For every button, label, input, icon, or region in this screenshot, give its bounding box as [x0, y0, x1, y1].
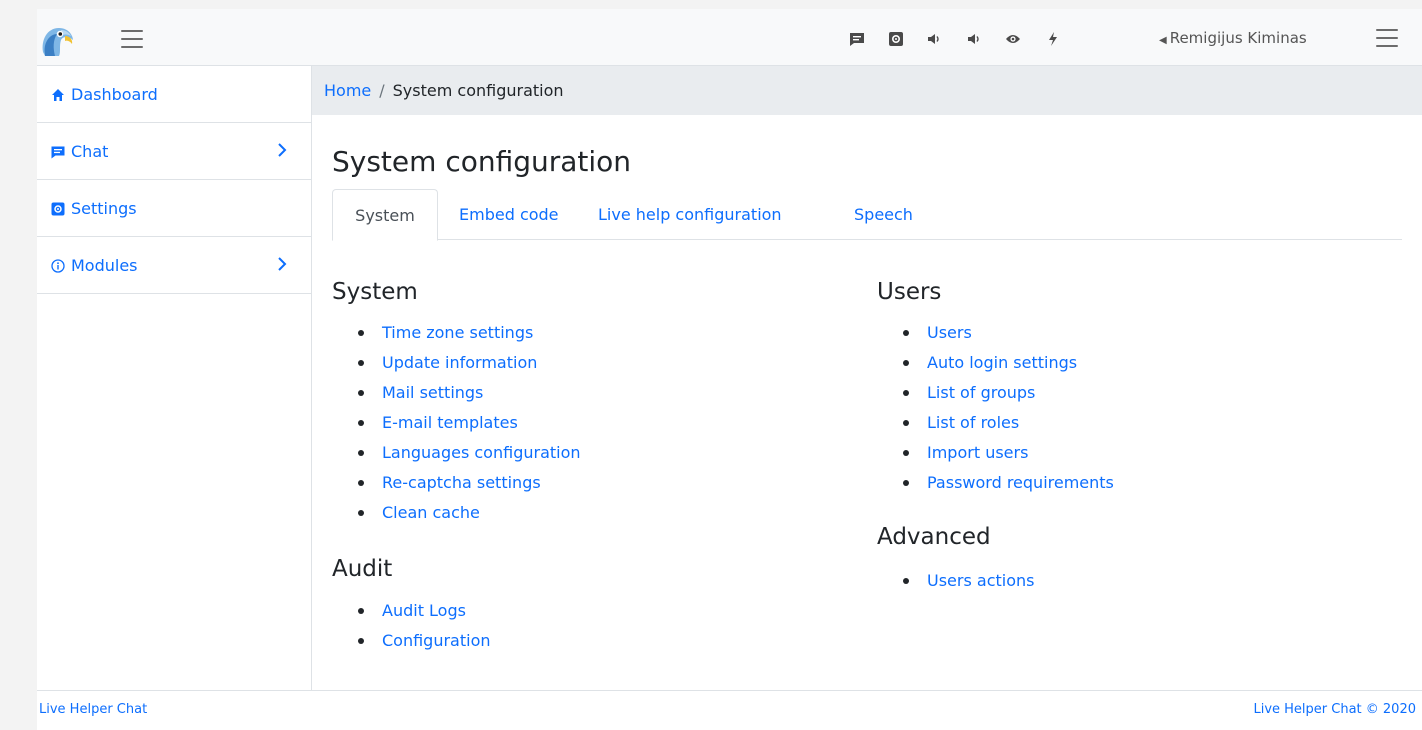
sidebar-item-label: Modules — [71, 255, 138, 275]
sound-icon[interactable] — [966, 31, 982, 47]
users-link[interactable]: Users — [927, 323, 972, 342]
list-item: Mail settings — [332, 378, 581, 408]
advanced-links-list: Users actions — [877, 566, 1034, 596]
languages-configuration-link[interactable]: Languages configuration — [382, 443, 581, 462]
page-title: System configuration — [332, 145, 632, 178]
chat-icon[interactable] — [849, 31, 865, 47]
sidebar-item-label: Dashboard — [71, 84, 158, 104]
section-heading-audit: Audit — [332, 556, 393, 582]
sidebar-item-label: Settings — [71, 198, 137, 218]
flash-icon[interactable] — [1045, 31, 1061, 47]
tab-live-help-configuration[interactable]: Live help configuration — [598, 189, 782, 240]
list-of-roles-link[interactable]: List of roles — [927, 413, 1019, 432]
breadcrumb-home-link[interactable]: Home — [324, 81, 371, 100]
settings-icon — [51, 201, 65, 216]
list-item: E-mail templates — [332, 408, 581, 438]
sound-icon[interactable] — [926, 31, 942, 47]
footer-home-link[interactable]: Live Helper Chat — [39, 691, 147, 729]
password-requirements-link[interactable]: Password requirements — [927, 473, 1114, 492]
user-menu-dropdown[interactable]: ◀ Remigijus Kiminas — [1159, 27, 1307, 49]
info-icon — [51, 258, 65, 273]
sidebar-item-chat[interactable]: Chat — [37, 123, 311, 180]
username-label: Remigijus Kiminas — [1169, 29, 1307, 47]
list-item: List of roles — [877, 408, 1114, 438]
chevron-right-icon[interactable] — [277, 256, 287, 271]
footer-copyright-link[interactable]: Live Helper Chat © 2020 — [1253, 691, 1416, 729]
eye-icon[interactable] — [1005, 31, 1021, 47]
sidebar-item-settings[interactable]: Settings — [37, 180, 311, 237]
list-item: Password requirements — [877, 468, 1114, 498]
list-item: List of groups — [877, 378, 1114, 408]
list-item: Import users — [877, 438, 1114, 468]
list-item: Auto login settings — [877, 348, 1114, 378]
clean-cache-link[interactable]: Clean cache — [382, 503, 480, 522]
audit-configuration-link[interactable]: Configuration — [382, 631, 491, 650]
right-panel-menu-icon[interactable] — [1376, 29, 1398, 47]
tab-speech[interactable]: Speech — [854, 189, 913, 240]
list-item: Users — [877, 318, 1114, 348]
list-item: Audit Logs — [332, 596, 491, 626]
breadcrumb-separator: / — [379, 81, 385, 100]
users-links-list: Users Auto login settings List of groups… — [877, 318, 1114, 498]
breadcrumb: Home / System configuration — [312, 66, 1422, 115]
settings-icon[interactable] — [888, 31, 904, 47]
main-content: System configuration System Embed code L… — [312, 115, 1422, 690]
users-actions-link[interactable]: Users actions — [927, 571, 1034, 590]
list-item: Re-captcha settings — [332, 468, 581, 498]
re-captcha-settings-link[interactable]: Re-captcha settings — [382, 473, 541, 492]
home-icon — [51, 87, 65, 101]
e-mail-templates-link[interactable]: E-mail templates — [382, 413, 518, 432]
section-heading-advanced: Advanced — [877, 524, 991, 550]
top-navbar: ◀ Remigijus Kiminas — [37, 9, 1422, 66]
tab-embed-code[interactable]: Embed code — [459, 189, 559, 240]
import-users-link[interactable]: Import users — [927, 443, 1028, 462]
tab-system[interactable]: System — [332, 189, 438, 241]
sidebar-item-dashboard[interactable]: Dashboard — [37, 66, 311, 123]
auto-login-settings-link[interactable]: Auto login settings — [927, 353, 1077, 372]
list-item: Configuration — [332, 626, 491, 656]
list-item: Clean cache — [332, 498, 581, 528]
section-heading-system: System — [332, 279, 418, 305]
chat-icon — [51, 144, 65, 159]
list-item: Update information — [332, 348, 581, 378]
caret-left-icon: ◀ — [1159, 35, 1167, 46]
sidebar-item-modules[interactable]: Modules — [37, 237, 311, 294]
list-item: Languages configuration — [332, 438, 581, 468]
breadcrumb-current: System configuration — [392, 81, 564, 100]
parrot-logo-icon[interactable] — [39, 22, 75, 56]
mail-settings-link[interactable]: Mail settings — [382, 383, 483, 402]
list-item: Time zone settings — [332, 318, 581, 348]
sidebar: Dashboard Chat Settings Modules — [37, 66, 312, 690]
sidebar-item-label: Chat — [71, 141, 109, 161]
section-heading-users: Users — [877, 279, 942, 305]
time-zone-settings-link[interactable]: Time zone settings — [382, 323, 533, 342]
list-of-groups-link[interactable]: List of groups — [927, 383, 1035, 402]
system-links-list: Time zone settings Update information Ma… — [332, 318, 581, 528]
app-window: ◀ Remigijus Kiminas Dashboard Chat Setti… — [37, 9, 1422, 730]
chevron-right-icon[interactable] — [277, 142, 287, 157]
config-tabs: System Embed code Live help configuratio… — [332, 189, 1402, 241]
update-information-link[interactable]: Update information — [382, 353, 537, 372]
audit-logs-link[interactable]: Audit Logs — [382, 601, 466, 620]
footer: Live Helper Chat Live Helper Chat © 2020 — [37, 690, 1422, 730]
sidebar-toggle-menu-icon[interactable] — [121, 30, 143, 48]
list-item: Users actions — [877, 566, 1034, 596]
audit-links-list: Audit Logs Configuration — [332, 596, 491, 656]
